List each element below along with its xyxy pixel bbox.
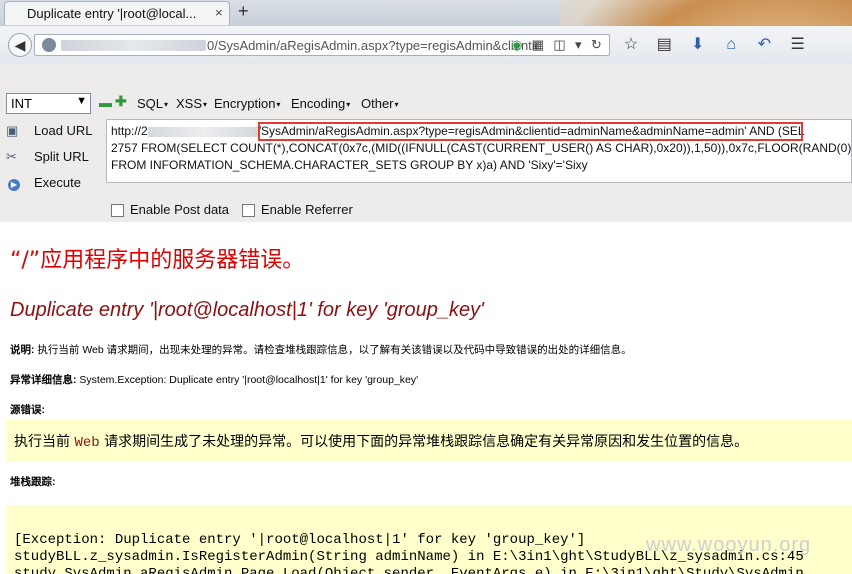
red-highlight-box bbox=[258, 122, 803, 141]
sql-line-3: FROM INFORMATION_SCHEMA.CHARACTER_SETS G… bbox=[111, 158, 588, 172]
navigation-bar: ◀ 0/SysAdmin/aRegisAdmin.aspx?type=regis… bbox=[0, 26, 852, 65]
play-icon: ▶ bbox=[8, 179, 20, 191]
menu-xss[interactable]: XSS▾ bbox=[176, 96, 207, 111]
source-error-text: 执行当前 Web 请求期间生成了未处理的异常。可以使用下面的异常堆栈跟踪信息确定… bbox=[14, 431, 748, 451]
type-select-value: INT bbox=[11, 96, 32, 111]
page-title: “/”应用程序中的服务器错误。 bbox=[10, 248, 305, 273]
plus-icon[interactable]: ✚ bbox=[115, 93, 127, 110]
load-url-button[interactable]: ▣ Load URL bbox=[6, 123, 93, 145]
menu-sql-label: SQL bbox=[137, 96, 164, 111]
close-tab-icon[interactable]: × bbox=[215, 5, 223, 20]
minus-icon[interactable]: ▬ bbox=[99, 95, 112, 110]
split-url-button[interactable]: ✂ Split URL bbox=[6, 149, 89, 171]
download-icon[interactable]: ⬇ bbox=[687, 34, 709, 54]
error-subtitle: Duplicate entry '|root@localhost|1' for … bbox=[10, 299, 484, 321]
error-page: “/”应用程序中的服务器错误。 Duplicate entry '|root@l… bbox=[0, 222, 852, 574]
menu-other-label: Other bbox=[361, 96, 394, 111]
back-history-icon[interactable]: ↶ bbox=[753, 34, 775, 54]
enable-post-data-option[interactable]: Enable Post data bbox=[111, 202, 230, 218]
stack-line: [Exception: Duplicate entry '|root@local… bbox=[14, 532, 586, 548]
load-url-icon: ▣ bbox=[6, 123, 19, 138]
watermark: www.wooyun.org bbox=[646, 534, 812, 556]
referrer-checkbox[interactable] bbox=[242, 204, 255, 218]
tab-title: Duplicate entry '|root@local... bbox=[27, 6, 197, 21]
shield-icon[interactable]: ◉ bbox=[511, 37, 522, 53]
url-bar-icons: ◉ ▦ ◫ ▾ ↻ bbox=[511, 37, 608, 53]
url-bar[interactable]: 0/SysAdmin/aRegisAdmin.aspx?type=regisAd… bbox=[34, 34, 610, 56]
scissors-icon: ✂ bbox=[6, 149, 17, 164]
url-text: 0/SysAdmin/aRegisAdmin.aspx?type=regisAd… bbox=[207, 38, 537, 53]
source-text-pre: 执行当前 bbox=[14, 434, 75, 450]
enable-referrer-option[interactable]: Enable Referrer bbox=[242, 202, 353, 218]
description-paragraph: 说明: 执行当前 Web 请求期间，出现未处理的异常。请检查堆栈跟踪信息，以了解… bbox=[10, 342, 632, 357]
sql-line-2: 2757 FROM(SELECT COUNT(*),CONCAT(0x7c,(M… bbox=[111, 141, 852, 155]
exception-label: 异常详细信息: bbox=[10, 374, 77, 386]
description-text: 执行当前 Web 请求期间，出现未处理的异常。请检查堆栈跟踪信息，以了解有关该错… bbox=[34, 344, 632, 356]
toolbar-icons: ☆ ▤ ⬇ ⌂ ↶ ☰ bbox=[620, 34, 817, 54]
back-arrow-icon[interactable]: ◀ bbox=[8, 33, 32, 57]
star-icon[interactable]: ☆ bbox=[620, 34, 642, 54]
clipboard-icon[interactable]: ▤ bbox=[653, 34, 675, 54]
stack-trace-heading: 堆栈跟踪: bbox=[10, 474, 56, 489]
source-text-web: Web bbox=[74, 435, 100, 451]
qr-icon[interactable]: ▦ bbox=[532, 37, 544, 53]
masked-host bbox=[147, 126, 258, 137]
stack-line: study.SysAdmin.aRegisAdmin.Page_Load(Obj… bbox=[14, 566, 804, 574]
hackbar-panel: INT ▼ ▬ ✚ SQL▾ XSS▾ Encryption▾ Encoding… bbox=[0, 64, 852, 222]
menu-encoding[interactable]: Encoding▾ bbox=[291, 96, 350, 111]
stack-trace-label: 堆栈跟踪: bbox=[10, 476, 56, 488]
menu-other[interactable]: Other▾ bbox=[361, 96, 399, 111]
new-tab-button[interactable]: + bbox=[238, 2, 249, 20]
load-url-label: Load URL bbox=[34, 123, 93, 138]
post-data-label: Enable Post data bbox=[130, 202, 230, 217]
source-error-heading: 源错误: bbox=[10, 402, 45, 417]
menu-sql[interactable]: SQL▾ bbox=[137, 96, 168, 111]
menu-icon[interactable]: ☰ bbox=[787, 34, 809, 54]
home-icon[interactable]: ⌂ bbox=[720, 36, 742, 54]
menu-encryption[interactable]: Encryption▾ bbox=[214, 96, 280, 111]
globe-icon bbox=[42, 38, 56, 52]
referrer-label: Enable Referrer bbox=[261, 202, 353, 217]
source-error-box: 执行当前 Web 请求期间生成了未处理的异常。可以使用下面的异常堆栈跟踪信息确定… bbox=[6, 420, 852, 462]
type-select[interactable]: INT ▼ bbox=[6, 93, 91, 114]
menu-encryption-label: Encryption bbox=[214, 96, 276, 111]
sql-line-1-prefix: http://2 bbox=[111, 124, 148, 138]
post-data-checkbox[interactable] bbox=[111, 204, 124, 218]
exception-paragraph: 异常详细信息: System.Exception: Duplicate entr… bbox=[10, 372, 418, 387]
chevron-down-icon: ▼ bbox=[76, 95, 87, 107]
reload-icon[interactable]: ↻ bbox=[591, 37, 602, 53]
masked-host bbox=[61, 40, 206, 51]
execute-label: Execute bbox=[34, 175, 81, 190]
menu-xss-label: XSS bbox=[176, 96, 203, 111]
sql-textarea[interactable]: http://2/SysAdmin/aRegisAdmin.aspx?type=… bbox=[106, 119, 852, 183]
description-label: 说明: bbox=[10, 344, 35, 356]
exception-text: System.Exception: Duplicate entry '|root… bbox=[76, 374, 419, 386]
split-url-label: Split URL bbox=[34, 149, 89, 164]
menu-encoding-label: Encoding bbox=[291, 96, 346, 111]
dropdown-icon[interactable]: ▾ bbox=[575, 37, 582, 53]
execute-button[interactable]: ▶ Execute bbox=[6, 175, 81, 197]
source-text-post: 请求期间生成了未处理的异常。可以使用下面的异常堆栈跟踪信息确定有关异常原因和发生… bbox=[99, 434, 749, 450]
source-error-label: 源错误: bbox=[10, 404, 45, 416]
browser-tab[interactable]: Duplicate entry '|root@local... × bbox=[4, 1, 230, 25]
reader-icon[interactable]: ◫ bbox=[553, 37, 565, 53]
